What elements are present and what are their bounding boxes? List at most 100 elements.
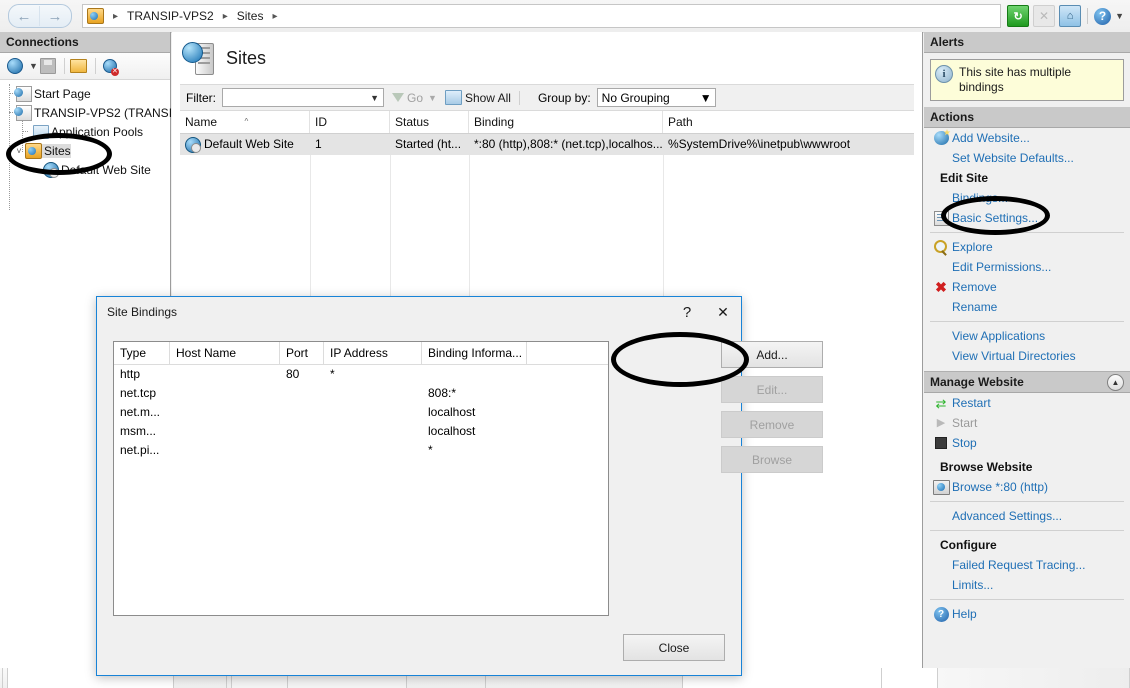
tree-item-server[interactable]: TRANSIP-VPS2 (TRANSIP- (4, 103, 184, 122)
add-button[interactable]: Add... (721, 341, 823, 368)
action-rename[interactable]: Rename (924, 297, 1130, 317)
help-icon[interactable]: ? (1094, 7, 1112, 25)
tree-item-label: TRANSIP-VPS2 (TRANSIP- (34, 105, 185, 120)
filter-dropdown-icon[interactable]: ▼ (370, 93, 383, 103)
alert-text: This site has multiple bindings (959, 65, 1072, 94)
list-item[interactable]: net.pi... * (114, 441, 608, 460)
dialog-title-bar[interactable]: Site Bindings ? ✕ (97, 297, 741, 327)
bindings-list[interactable]: Type Host Name Port IP Address Binding I… (113, 341, 609, 616)
divider (930, 321, 1124, 322)
filter-divider (518, 90, 520, 105)
list-item[interactable]: net.tcp 808:* (114, 384, 608, 403)
action-basic-settings[interactable]: Basic Settings... (924, 208, 1130, 228)
breadcrumb-item-server[interactable]: TRANSIP-VPS2 (125, 9, 216, 23)
column-header-host[interactable]: Host Name (170, 342, 280, 364)
column-label: Binding (474, 115, 515, 129)
action-stop[interactable]: Stop (924, 433, 1130, 453)
column-header-id[interactable]: ID (310, 111, 390, 133)
action-set-website-defaults[interactable]: Set Website Defaults... (924, 148, 1130, 168)
show-all-button[interactable]: Show All (444, 90, 511, 105)
connect-to-icon[interactable] (5, 56, 25, 76)
actions-list: Add Website... Set Website Defaults... E… (924, 128, 1130, 366)
actions-header: Actions (924, 107, 1130, 128)
action-view-virtual-directories[interactable]: View Virtual Directories (924, 346, 1130, 366)
cell-binding-info: localhost (428, 405, 476, 419)
open-folder-icon[interactable] (69, 56, 89, 76)
action-label: Remove (952, 280, 997, 294)
expander-icon[interactable]: ˅ (13, 146, 25, 156)
dialog-body: Type Host Name Port IP Address Binding I… (97, 327, 823, 675)
back-arrow-icon[interactable]: ← (9, 6, 39, 26)
action-restart[interactable]: ⇄ Restart (924, 393, 1130, 413)
tree-item-start-page[interactable]: Start Page (4, 84, 170, 103)
action-remove[interactable]: ✖ Remove (924, 277, 1130, 297)
forward-arrow-icon[interactable]: → (39, 6, 70, 26)
group-by-control: Group by: No Grouping ▼ (538, 88, 716, 107)
action-help[interactable]: ? Help (924, 604, 1130, 624)
column-header-ip[interactable]: IP Address (324, 342, 422, 364)
column-header-name[interactable]: ^ Name (180, 111, 310, 133)
breadcrumb-item-sites[interactable]: Sites (235, 9, 266, 23)
action-label: Limits... (952, 578, 994, 592)
save-connections-icon[interactable] (38, 56, 58, 76)
tree-item-application-pools[interactable]: Application Pools (4, 122, 170, 141)
group-by-select[interactable]: No Grouping ▼ (596, 88, 716, 107)
dialog-help-icon[interactable]: ? (669, 299, 705, 325)
cell-type: net.pi... (120, 443, 160, 457)
iis-manager-window: ← → ▸ TRANSIP-VPS2 ▸ Sites ▸ ↻ ✕ ⌂ ? ▼ C… (0, 0, 1130, 688)
cell-host (170, 441, 280, 460)
home-icon[interactable]: ⌂ (1059, 5, 1082, 27)
action-bindings[interactable]: Bindings... (924, 188, 1130, 208)
expander-icon[interactable]: › (30, 165, 42, 175)
column-header-binding-info[interactable]: Binding Informa... (422, 342, 527, 364)
column-header-status[interactable]: Status (390, 111, 469, 133)
column-header-binding[interactable]: Binding (469, 111, 663, 133)
action-explore[interactable]: Explore (924, 237, 1130, 257)
chevron-up-icon[interactable]: ▲ (1107, 373, 1124, 391)
action-advanced-settings[interactable]: Advanced Settings... (924, 506, 1130, 526)
cell-host (170, 365, 280, 384)
remove-icon: ✖ (935, 279, 947, 295)
action-label: View Applications (952, 329, 1046, 343)
list-item[interactable]: http 80 * (114, 365, 608, 384)
section-title: Manage Website (930, 375, 1024, 389)
action-failed-request-tracing[interactable]: Failed Request Tracing... (924, 555, 1130, 575)
manage-website-header[interactable]: Manage Website ▲ (924, 371, 1130, 393)
action-browse-80-http[interactable]: Browse *:80 (http) (924, 477, 1130, 497)
column-header-path[interactable]: Path (663, 111, 913, 133)
action-edit-permissions[interactable]: Edit Permissions... (924, 257, 1130, 277)
column-header-port[interactable]: Port (280, 342, 324, 364)
dialog-close-icon[interactable]: ✕ (705, 299, 741, 325)
action-view-applications[interactable]: View Applications (924, 326, 1130, 346)
disconnect-icon[interactable]: ✕ (100, 56, 120, 76)
column-header-type[interactable]: Type (114, 342, 170, 364)
list-item[interactable]: net.m... localhost (114, 403, 608, 422)
dialog-title-buttons: ? ✕ (669, 299, 741, 325)
edit-button: Edit... (721, 376, 823, 403)
restart-icon: ⇄ (935, 395, 947, 411)
tree-item-default-web-site[interactable]: › Default Web Site (4, 160, 170, 179)
go-label: Go (407, 90, 424, 105)
connect-to-dropdown-icon[interactable]: ▼ (29, 61, 38, 71)
help-dropdown-icon[interactable]: ▼ (1115, 11, 1124, 21)
tree-item-label: Sites (42, 143, 71, 158)
strip-cell (882, 668, 938, 688)
go-dropdown-icon[interactable]: ▼ (428, 93, 437, 103)
application-pools-icon (32, 124, 49, 139)
action-label: Set Website Defaults... (952, 151, 1074, 165)
filter-input[interactable]: ▼ (222, 88, 384, 107)
strip-cell (938, 668, 1130, 688)
tree-item-sites[interactable]: ˅ Sites (4, 141, 170, 160)
remove-button: Remove (721, 411, 823, 438)
go-button[interactable]: Go ▼ (392, 91, 437, 105)
table-row[interactable]: Default Web Site 1 Started (ht... *:80 (… (180, 134, 914, 155)
chevron-down-icon[interactable]: ▼ (700, 91, 712, 105)
refresh-icon[interactable]: ↻ (1007, 5, 1030, 27)
list-item[interactable]: msm... localhost (114, 422, 608, 441)
action-add-website[interactable]: Add Website... (924, 128, 1130, 148)
action-limits[interactable]: Limits... (924, 575, 1130, 595)
breadcrumb[interactable]: ▸ TRANSIP-VPS2 ▸ Sites ▸ (82, 4, 1002, 28)
cell-ip (324, 384, 422, 403)
close-button[interactable]: Close (623, 634, 725, 661)
section-label: Configure (940, 538, 997, 552)
